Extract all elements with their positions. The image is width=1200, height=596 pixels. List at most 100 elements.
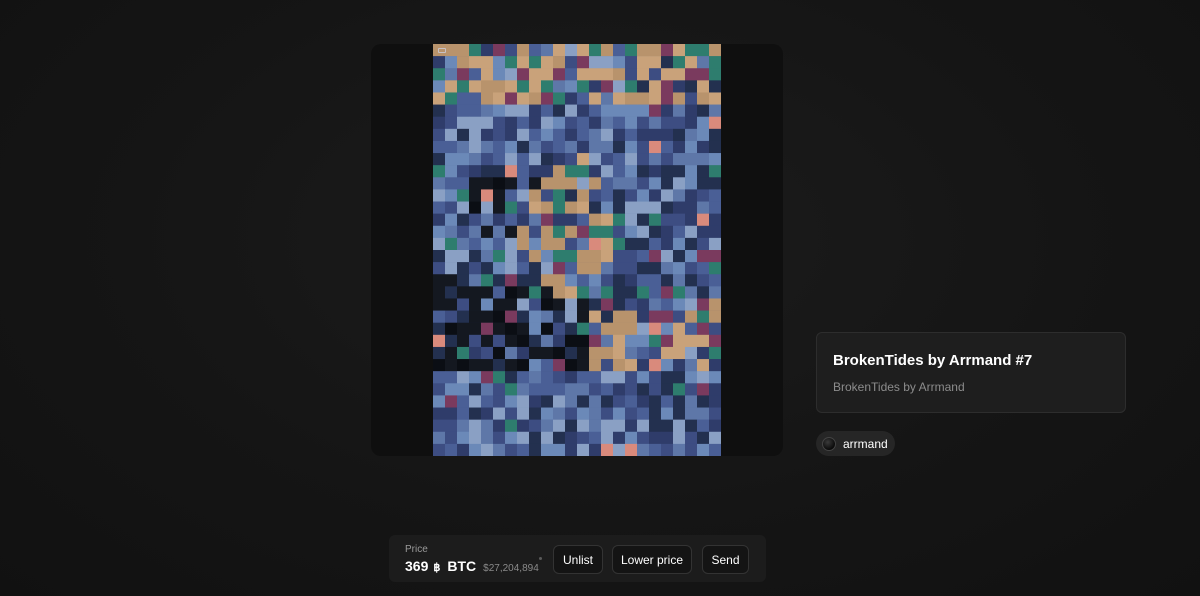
art-pixel [433,443,446,456]
art-pixel [673,262,686,275]
art-pixel [709,225,721,239]
art-pixel [601,419,614,433]
art-pixel [673,44,686,57]
art-pixel [661,140,674,154]
art-pixel [589,443,602,456]
art-pixel [625,237,638,251]
art-pixel [661,419,674,433]
art-pixel [625,286,638,299]
art-pixel [553,44,566,57]
art-pixel [601,44,614,57]
art-pixel [469,225,482,239]
art-pixel [589,346,602,360]
art-pixel [517,177,530,190]
art-pixel [529,165,542,178]
lower-price-button[interactable]: Lower price [612,545,692,574]
art-pixel [469,189,482,202]
unlist-button[interactable]: Unlist [553,545,603,574]
art-pixel [493,201,506,214]
art-pixel [517,310,530,323]
collection-name[interactable]: BrokenTides by Arrmand [833,380,1109,395]
art-pixel [685,407,698,420]
art-pixel [469,250,482,263]
art-pixel [493,140,506,154]
art-pixel [685,201,698,214]
art-pixel [541,250,554,263]
art-pixel [601,274,614,287]
art-pixel [661,250,674,263]
art-pixel [637,286,650,299]
art-pixel [481,383,494,396]
art-pixel [601,407,614,420]
art-pixel [709,274,721,287]
art-pixel [493,104,506,117]
send-button[interactable]: Send [702,545,749,574]
art-pixel [433,250,446,263]
art-pixel [697,153,710,166]
art-pixel [505,443,518,456]
art-pixel [517,322,530,336]
art-pixel [673,80,686,93]
art-pixel [445,140,458,154]
art-pixel [649,310,662,323]
art-pixel [637,104,650,117]
art-pixel [601,286,614,299]
art-pixel [589,334,602,348]
art-pixel [565,153,578,166]
art-pixel [505,383,518,396]
price-unit: BTC [447,558,477,574]
art-pixel [685,165,698,178]
artwork-image[interactable] [433,44,721,456]
art-pixel [517,225,530,239]
art-pixel [697,140,710,154]
art-pixel [589,310,602,323]
art-pixel [685,153,698,166]
art-pixel [517,68,530,81]
art-pixel [601,250,614,263]
art-pixel [553,419,566,433]
art-pixel [445,177,458,190]
art-pixel [433,262,446,275]
art-pixel [457,286,470,299]
art-pixel [457,177,470,190]
art-pixel [589,322,602,336]
art-pixel [433,359,446,372]
art-pixel [709,128,721,142]
art-pixel [697,395,710,408]
art-pixel [457,189,470,202]
art-pixel [565,359,578,372]
art-pixel [625,177,638,190]
art-pixel [445,322,458,336]
art-pixel [589,56,602,69]
art-pixel [553,310,566,323]
art-pixel [625,383,638,396]
art-pixel [709,322,721,336]
art-pixel [481,56,494,69]
art-pixel [445,359,458,372]
art-pixel [493,407,506,420]
art-pixel [649,116,662,130]
art-pixel [601,104,614,117]
art-pixel [517,250,530,263]
art-pixel [481,153,494,166]
art-pixel [469,262,482,275]
art-pixel [457,140,470,154]
art-pixel [673,116,686,130]
art-pixel [685,104,698,117]
art-pixel [481,225,494,239]
art-pixel [541,189,554,202]
art-pixel [613,443,626,456]
art-pixel [709,250,721,263]
art-pixel [577,322,590,336]
art-pixel [529,213,542,227]
art-pixel [637,274,650,287]
art-pixel [481,322,494,336]
art-pixel [481,250,494,263]
art-pixel [637,322,650,336]
owner-chip[interactable]: arrmand [816,431,895,456]
art-pixel [673,225,686,239]
art-pixel [469,68,482,81]
art-pixel [577,213,590,227]
art-pixel [565,250,578,263]
art-pixel [601,371,614,384]
